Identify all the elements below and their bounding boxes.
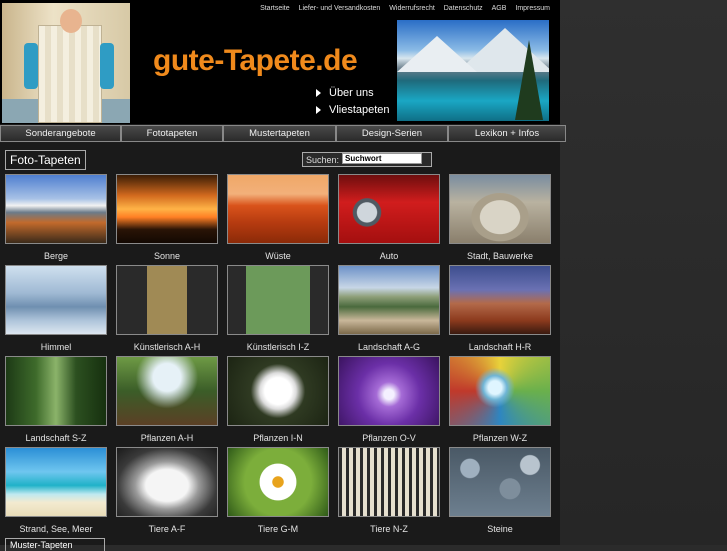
category-thumbnail[interactable]: [449, 265, 551, 335]
category-tile[interactable]: Berge: [5, 174, 107, 261]
link-datenschutz[interactable]: Datenschutz: [444, 5, 483, 12]
main-navbar: Sonderangebote Fototapeten Mustertapeten…: [0, 125, 566, 143]
nav-design-serien[interactable]: Design-Serien: [336, 125, 448, 142]
category-label[interactable]: Himmel: [5, 342, 107, 352]
link-versandkosten[interactable]: Liefer- und Versandkosten: [299, 5, 381, 12]
category-tile[interactable]: Steine: [449, 447, 551, 534]
category-tile[interactable]: Stadt, Bauwerke: [449, 174, 551, 261]
search-box: Suchen:: [302, 152, 432, 167]
category-label[interactable]: Landschaft H-R: [449, 342, 551, 352]
category-thumbnail[interactable]: [449, 174, 551, 244]
category-label[interactable]: Tiere N-Z: [338, 524, 440, 534]
link-impressum[interactable]: Impressum: [515, 5, 550, 12]
category-tile[interactable]: Tiere G-M: [227, 447, 329, 534]
header-photo-woman-wallpaper: [2, 3, 130, 123]
header-photo-lake: [397, 20, 549, 121]
category-tile[interactable]: Landschaft A-G: [338, 265, 440, 352]
category-tile[interactable]: Wüste: [227, 174, 329, 261]
category-thumbnail[interactable]: [338, 447, 440, 517]
category-thumbnail[interactable]: [227, 174, 329, 244]
category-tile[interactable]: Landschaft S-Z: [5, 356, 107, 443]
category-tile[interactable]: Künstlerisch A-H: [116, 265, 218, 352]
category-label[interactable]: Landschaft S-Z: [5, 433, 107, 443]
category-tile[interactable]: Sonne: [116, 174, 218, 261]
nav-sonderangebote[interactable]: Sonderangebote: [0, 125, 121, 142]
nav-ueber-uns[interactable]: Über uns: [316, 84, 390, 101]
category-thumbnail[interactable]: [227, 356, 329, 426]
triangle-right-icon: [316, 105, 321, 114]
category-thumbnail[interactable]: [449, 356, 551, 426]
category-label[interactable]: Tiere A-F: [116, 524, 218, 534]
category-thumbnail[interactable]: [116, 265, 218, 335]
category-thumbnail[interactable]: [338, 174, 440, 244]
link-agb[interactable]: AGB: [492, 5, 507, 12]
category-label[interactable]: Pflanzen W-Z: [449, 433, 551, 443]
category-label[interactable]: Landschaft A-G: [338, 342, 440, 352]
category-tile[interactable]: Pflanzen W-Z: [449, 356, 551, 443]
category-label[interactable]: Sonne: [116, 251, 218, 261]
background-right: [560, 0, 727, 545]
category-thumbnail[interactable]: [5, 356, 107, 426]
category-thumbnail[interactable]: [449, 447, 551, 517]
category-thumbnail[interactable]: [338, 265, 440, 335]
category-label[interactable]: Pflanzen I-N: [227, 433, 329, 443]
top-links: Startseite Liefer- und Versandkosten Wid…: [253, 5, 550, 12]
nav-mustertapeten[interactable]: Mustertapeten: [223, 125, 336, 142]
category-tile[interactable]: Künstlerisch I-Z: [227, 265, 329, 352]
category-label[interactable]: Auto: [338, 251, 440, 261]
nav-fototapeten[interactable]: Fototapeten: [121, 125, 223, 142]
link-widerrufsrecht[interactable]: Widerrufsrecht: [389, 5, 435, 12]
category-tile[interactable]: Landschaft H-R: [449, 265, 551, 352]
category-thumbnail[interactable]: [338, 356, 440, 426]
category-tile[interactable]: Pflanzen A-H: [116, 356, 218, 443]
section-title: Foto-Tapeten: [5, 150, 86, 170]
nav-lexikon-infos[interactable]: Lexikon + Infos: [448, 125, 566, 142]
header-nav: Über uns Vliestapeten: [316, 84, 390, 118]
category-thumbnail[interactable]: [227, 265, 329, 335]
nav-vliestapeten[interactable]: Vliestapeten: [316, 101, 390, 118]
category-label[interactable]: Berge: [5, 251, 107, 261]
category-tile[interactable]: Himmel: [5, 265, 107, 352]
category-tile[interactable]: Pflanzen O-V: [338, 356, 440, 443]
header: Startseite Liefer- und Versandkosten Wid…: [0, 0, 560, 124]
category-label[interactable]: Künstlerisch A-H: [116, 342, 218, 352]
category-thumbnail[interactable]: [5, 174, 107, 244]
site-logo[interactable]: gute-Tapete.de: [153, 44, 358, 78]
category-tile[interactable]: Strand, See, Meer: [5, 447, 107, 534]
category-label[interactable]: Künstlerisch I-Z: [227, 342, 329, 352]
category-thumbnail[interactable]: [116, 447, 218, 517]
category-tile[interactable]: Pflanzen I-N: [227, 356, 329, 443]
category-label[interactable]: Pflanzen O-V: [338, 433, 440, 443]
category-label[interactable]: Tiere G-M: [227, 524, 329, 534]
category-thumbnail[interactable]: [5, 265, 107, 335]
category-thumbnail[interactable]: [5, 447, 107, 517]
category-tile[interactable]: Tiere N-Z: [338, 447, 440, 534]
category-label[interactable]: Pflanzen A-H: [116, 433, 218, 443]
category-thumbnail[interactable]: [227, 447, 329, 517]
category-label[interactable]: Strand, See, Meer: [5, 524, 107, 534]
category-thumbnail[interactable]: [116, 356, 218, 426]
triangle-right-icon: [316, 88, 321, 97]
search-label: Suchen:: [306, 154, 340, 165]
category-label[interactable]: Steine: [449, 524, 551, 534]
search-input[interactable]: [342, 153, 423, 164]
category-label[interactable]: Stadt, Bauwerke: [449, 251, 551, 261]
category-label[interactable]: Wüste: [227, 251, 329, 261]
category-tile[interactable]: Tiere A-F: [116, 447, 218, 534]
category-thumbnail[interactable]: [116, 174, 218, 244]
category-tile[interactable]: Auto: [338, 174, 440, 261]
link-startseite[interactable]: Startseite: [260, 5, 290, 12]
